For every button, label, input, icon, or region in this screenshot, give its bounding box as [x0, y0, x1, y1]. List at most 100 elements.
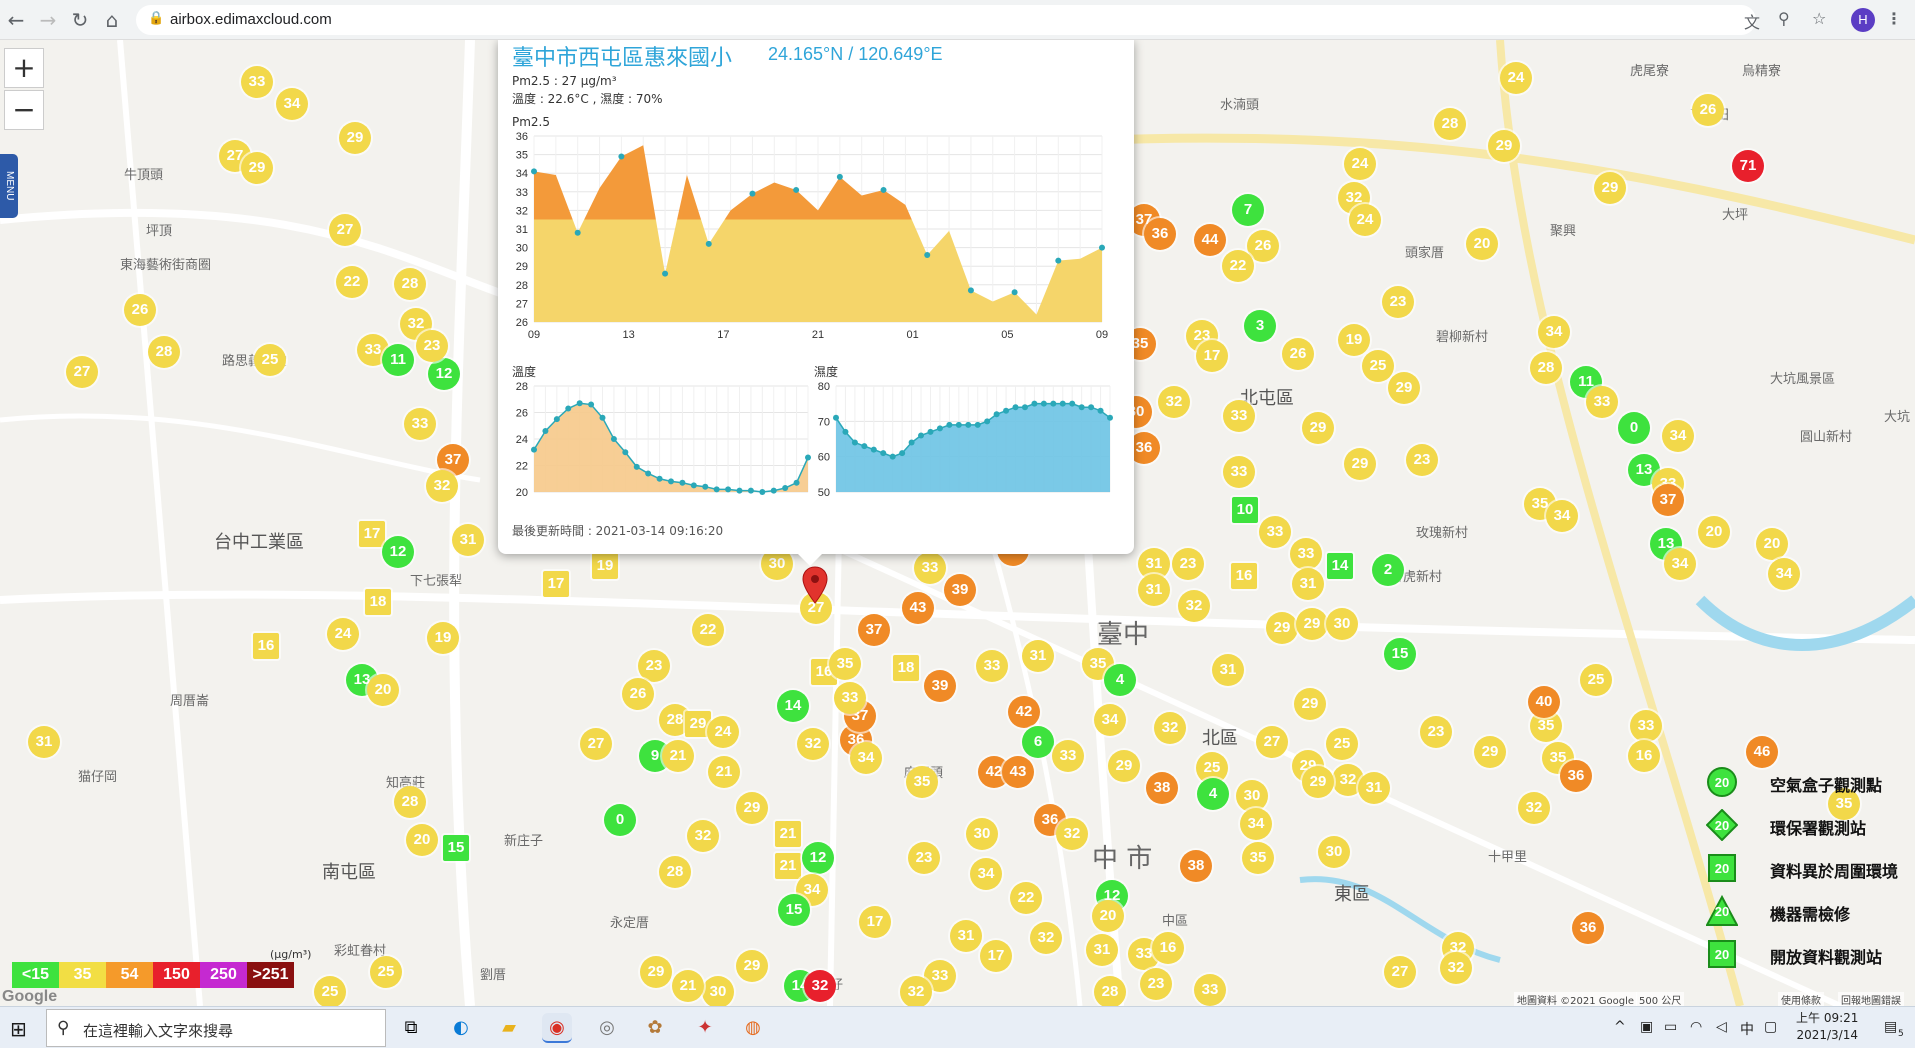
sensor-marker[interactable]: 34 [1664, 548, 1696, 580]
sensor-marker[interactable]: 20 [367, 674, 399, 706]
sensor-marker[interactable]: 27 [66, 356, 98, 388]
sensor-marker[interactable]: 34 [1768, 558, 1800, 590]
sensor-marker[interactable]: 23 [908, 842, 940, 874]
sensor-marker[interactable]: 3 [1244, 310, 1276, 342]
address-bar[interactable]: 🔒 airbox.edimaxcloud.com [136, 5, 1756, 35]
sensor-marker[interactable]: 33 [976, 650, 1008, 682]
sensor-marker[interactable]: 32 [797, 728, 829, 760]
sensor-marker[interactable]: 23 [1406, 444, 1438, 476]
sensor-marker[interactable]: 0 [604, 804, 636, 836]
sensor-marker[interactable]: 25 [370, 956, 402, 988]
sensor-marker[interactable]: 24 [1500, 62, 1532, 94]
sensor-marker[interactable]: 14 [777, 690, 809, 722]
sensor-marker[interactable]: 32 [1158, 386, 1190, 418]
sensor-marker[interactable]: 39 [924, 670, 956, 702]
sensor-marker[interactable]: 32 [1030, 922, 1062, 954]
task-view-icon[interactable]: ⧉ [396, 1013, 426, 1043]
app-icon-3[interactable]: ✦ [690, 1013, 720, 1043]
sensor-marker[interactable]: 26 [1692, 94, 1724, 126]
sensor-marker[interactable]: 32 [804, 970, 836, 1002]
sensor-marker[interactable]: 29 [1388, 372, 1420, 404]
sensor-marker[interactable]: 24 [1344, 148, 1376, 180]
chrome-icon[interactable]: ◉ [542, 1013, 572, 1043]
sensor-marker[interactable]: 23 [1172, 548, 1204, 580]
sensor-marker[interactable]: 33 [1194, 974, 1226, 1006]
sensor-marker[interactable]: 26 [622, 678, 654, 710]
tray-wifi-icon[interactable]: ◠ [1690, 1019, 1702, 1035]
sensor-marker[interactable]: 29 [1302, 766, 1334, 798]
tray-volume-icon[interactable]: ◁ [1716, 1019, 1727, 1035]
terms-link[interactable]: 使用條款 [1778, 992, 1824, 1006]
sensor-marker[interactable]: 34 [276, 88, 308, 120]
sensor-marker[interactable]: 15 [1384, 638, 1416, 670]
sensor-marker[interactable]: 16 [1152, 932, 1184, 964]
sensor-marker[interactable]: 42 [1008, 696, 1040, 728]
sensor-marker[interactable]: 15 [443, 835, 469, 861]
sensor-marker[interactable]: 34 [1538, 316, 1570, 348]
sensor-marker[interactable]: 30 [702, 976, 734, 1006]
sensor-marker[interactable]: 20 [1092, 900, 1124, 932]
sensor-marker[interactable]: 4 [1104, 664, 1136, 696]
sensor-marker[interactable]: 29 [241, 152, 273, 184]
sensor-marker[interactable]: 33 [1259, 516, 1291, 548]
zoom-icon[interactable]: ⚲ [1778, 9, 1790, 28]
sensor-marker[interactable]: 29 [339, 122, 371, 154]
tray-network-icon[interactable]: ▣ [1640, 1019, 1653, 1035]
menu-button[interactable]: MENU [0, 154, 18, 218]
tray-battery-icon[interactable]: ▭ [1664, 1019, 1677, 1035]
sensor-marker[interactable]: 28 [659, 856, 691, 888]
sensor-marker[interactable]: 19 [592, 553, 618, 579]
sensor-marker[interactable]: 34 [1240, 808, 1272, 840]
sensor-marker[interactable]: 33 [404, 408, 436, 440]
taskbar-search-box[interactable]: ⚲ 在這裡輸入文字來搜尋 [46, 1009, 386, 1047]
sensor-marker[interactable]: 43 [1002, 756, 1034, 788]
translate-icon[interactable]: ⽂ [1744, 9, 1760, 33]
sensor-marker[interactable]: 16 [1231, 563, 1257, 589]
windows-start-icon[interactable]: ⊞ [10, 1017, 27, 1041]
sensor-marker[interactable]: 32 [1518, 792, 1550, 824]
sensor-marker[interactable]: 21 [672, 970, 704, 1002]
sensor-marker[interactable]: 31 [1212, 654, 1244, 686]
sensor-marker[interactable]: 22 [692, 614, 724, 646]
sensor-marker[interactable]: 18 [365, 589, 391, 615]
notification-icon[interactable]: ▤ [1884, 1019, 1897, 1035]
sensor-marker[interactable]: 26 [1282, 338, 1314, 370]
sensor-marker[interactable]: 29 [1296, 608, 1328, 640]
sensor-marker[interactable]: 46 [1746, 736, 1778, 768]
sensor-marker[interactable]: 37 [1652, 484, 1684, 516]
sensor-marker[interactable]: 34 [1662, 420, 1694, 452]
sensor-marker[interactable]: 32 [426, 470, 458, 502]
sensor-marker[interactable]: 39 [944, 574, 976, 606]
sensor-marker[interactable]: 21 [775, 853, 801, 879]
ime-mode-icon[interactable]: ▢ [1764, 1019, 1777, 1035]
sensor-marker[interactable]: 24 [707, 716, 739, 748]
sensor-marker[interactable]: 17 [980, 940, 1012, 972]
tray-chevron-icon[interactable]: ^ [1614, 1019, 1626, 1035]
sensor-marker[interactable]: 25 [1580, 664, 1612, 696]
sensor-marker[interactable]: 33 [1052, 740, 1084, 772]
sensor-marker[interactable]: 32 [900, 976, 932, 1006]
sensor-marker[interactable]: 36 [1572, 912, 1604, 944]
sensor-marker[interactable]: 28 [1094, 976, 1126, 1006]
sensor-marker[interactable]: 2 [1372, 554, 1404, 586]
sensor-marker[interactable]: 23 [1140, 968, 1172, 1000]
back-icon[interactable]: ← [4, 8, 28, 32]
sensor-marker[interactable]: 33 [834, 682, 866, 714]
sensor-marker[interactable]: 34 [1094, 704, 1126, 736]
sensor-marker[interactable]: 21 [775, 821, 801, 847]
sensor-marker[interactable]: 17 [543, 571, 569, 597]
location-pin-icon[interactable] [802, 566, 828, 604]
sensor-marker[interactable]: 34 [850, 742, 882, 774]
sensor-marker[interactable]: 14 [1327, 553, 1353, 579]
sensor-marker[interactable]: 20 [1756, 528, 1788, 560]
home-icon[interactable]: ⌂ [100, 8, 124, 32]
sensor-marker[interactable]: 34 [970, 858, 1002, 890]
sensor-marker[interactable]: 30 [1236, 780, 1268, 812]
sensor-marker[interactable]: 36 [1560, 760, 1592, 792]
sensor-marker[interactable]: 29 [736, 792, 768, 824]
sensor-marker[interactable]: 34 [1546, 500, 1578, 532]
sensor-marker[interactable]: 29 [1474, 736, 1506, 768]
sensor-marker[interactable]: 35 [829, 648, 861, 680]
sensor-marker[interactable]: 28 [1434, 108, 1466, 140]
sensor-marker[interactable]: 32 [1178, 590, 1210, 622]
